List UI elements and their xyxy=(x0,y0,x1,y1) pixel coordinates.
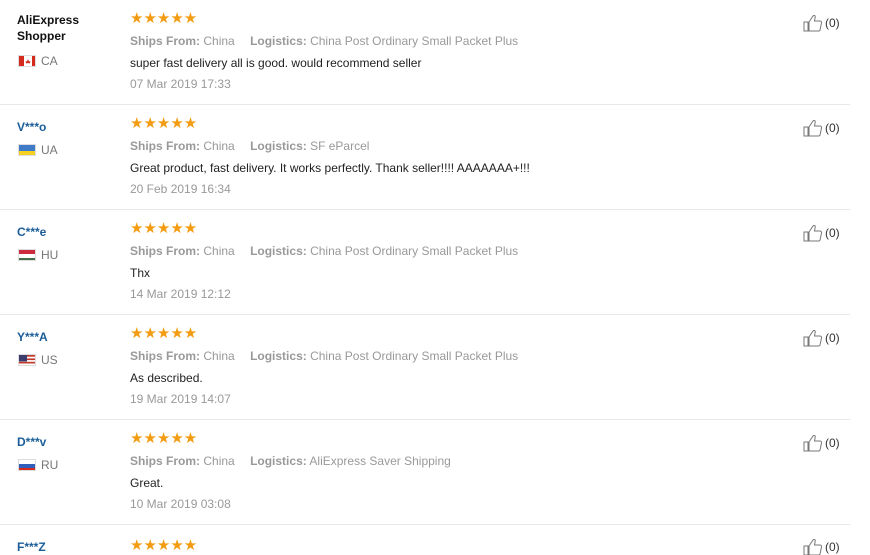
shipping-info: Ships From: China Logistics: China Post … xyxy=(130,34,518,48)
buyer-name: F***Z xyxy=(17,540,46,554)
country-code: RU xyxy=(41,458,59,472)
shipping-info: Ships From: China Logistics: AliExpress … xyxy=(130,454,451,468)
flag-ru-icon xyxy=(18,459,36,471)
review-date: 10 Mar 2019 03:08 xyxy=(130,497,231,511)
buyer-country: UA xyxy=(18,143,58,157)
review-item: F***Z ★★★★★ (0) xyxy=(0,525,850,555)
feedback-list: AliExpress Shopper CA ★★★★★ Ships From: … xyxy=(0,0,870,555)
flag-us-icon xyxy=(18,354,36,366)
ships-from-value: China xyxy=(203,349,235,363)
logistics-value: China Post Ordinary Small Packet Plus xyxy=(310,349,519,363)
review-item: AliExpress Shopper CA ★★★★★ Ships From: … xyxy=(0,0,850,105)
logistics-label: Logistics: xyxy=(250,349,307,363)
buyer-country: US xyxy=(18,353,58,367)
rating-stars: ★★★★★ xyxy=(130,430,198,447)
helpful-button[interactable]: (0) xyxy=(803,119,840,137)
buyer-name: Y***A xyxy=(17,330,48,344)
flag-ua-icon xyxy=(18,144,36,156)
country-code: UA xyxy=(41,143,58,157)
logistics-value: AliExpress Saver Shipping xyxy=(309,454,451,468)
buyer-country: RU xyxy=(18,458,58,472)
buyer-name: AliExpress Shopper xyxy=(17,13,80,43)
country-code: US xyxy=(41,353,58,367)
ships-from-value: China xyxy=(203,244,235,258)
buyer-name: D***v xyxy=(17,435,47,449)
review-text: As described. xyxy=(130,371,203,385)
logistics-value: SF eParcel xyxy=(310,139,370,153)
buyer-name: V***o xyxy=(17,120,47,134)
helpful-button[interactable]: (0) xyxy=(803,329,840,347)
buyer-country: CA xyxy=(18,54,58,68)
shipping-info: Ships From: China Logistics: China Post … xyxy=(130,244,518,258)
flag-ca-icon xyxy=(18,55,36,67)
review-item: Y***A US ★★★★★ Ships From: China Logisti… xyxy=(0,315,850,420)
helpful-button[interactable]: (0) xyxy=(803,434,840,452)
review-text: Great product, fast delivery. It works p… xyxy=(130,161,530,175)
rating-stars: ★★★★★ xyxy=(130,325,198,342)
logistics-value: China Post Ordinary Small Packet Plus xyxy=(310,244,519,258)
helpful-count: (0) xyxy=(825,121,840,135)
ships-from-label: Ships From: xyxy=(130,454,201,468)
review-text: Thx xyxy=(130,266,151,280)
review-date: 14 Mar 2019 12:12 xyxy=(130,287,231,301)
thumbs-up-icon xyxy=(803,329,823,347)
country-code: HU xyxy=(41,248,59,262)
rating-stars: ★★★★★ xyxy=(130,10,198,27)
ships-from-label: Ships From: xyxy=(130,349,201,363)
rating-stars: ★★★★★ xyxy=(130,115,198,132)
ships-from-label: Ships From: xyxy=(130,34,201,48)
review-date: 19 Mar 2019 14:07 xyxy=(130,392,231,406)
ships-from-value: China xyxy=(203,34,235,48)
thumbs-up-icon xyxy=(803,119,823,137)
buyer-country: HU xyxy=(18,248,58,262)
thumbs-up-icon xyxy=(803,224,823,242)
review-text: super fast delivery all is good. would r… xyxy=(130,56,422,70)
review-date: 07 Mar 2019 17:33 xyxy=(130,77,231,91)
thumbs-up-icon xyxy=(803,14,823,32)
thumbs-up-icon xyxy=(803,434,823,452)
logistics-label: Logistics: xyxy=(250,454,307,468)
ships-from-value: China xyxy=(203,139,235,153)
flag-hu-icon xyxy=(18,249,36,261)
helpful-count: (0) xyxy=(825,436,840,450)
review-item: C***e HU ★★★★★ Ships From: China Logisti… xyxy=(0,210,850,315)
ships-from-label: Ships From: xyxy=(130,139,201,153)
review-item: V***o UA ★★★★★ Ships From: China Logisti… xyxy=(0,105,850,210)
shipping-info: Ships From: China Logistics: SF eParcel xyxy=(130,139,369,153)
logistics-label: Logistics: xyxy=(250,244,307,258)
review-item: D***v RU ★★★★★ Ships From: China Logisti… xyxy=(0,420,850,525)
review-text: Great. xyxy=(130,476,164,490)
buyer-name: C***e xyxy=(17,225,47,239)
helpful-count: (0) xyxy=(825,16,840,30)
helpful-button[interactable]: (0) xyxy=(803,14,840,32)
logistics-label: Logistics: xyxy=(250,34,307,48)
logistics-label: Logistics: xyxy=(250,139,307,153)
ships-from-label: Ships From: xyxy=(130,244,201,258)
helpful-button[interactable]: (0) xyxy=(803,224,840,242)
helpful-count: (0) xyxy=(825,331,840,345)
country-code: CA xyxy=(41,54,58,68)
shipping-info: Ships From: China Logistics: China Post … xyxy=(130,349,518,363)
helpful-count: (0) xyxy=(825,226,840,240)
rating-stars: ★★★★★ xyxy=(130,537,198,554)
helpful-count: (0) xyxy=(825,540,840,554)
thumbs-up-icon xyxy=(803,538,823,555)
logistics-value: China Post Ordinary Small Packet Plus xyxy=(310,34,519,48)
review-date: 20 Feb 2019 16:34 xyxy=(130,182,231,196)
ships-from-value: China xyxy=(203,454,235,468)
helpful-button[interactable]: (0) xyxy=(803,538,840,555)
rating-stars: ★★★★★ xyxy=(130,220,198,237)
